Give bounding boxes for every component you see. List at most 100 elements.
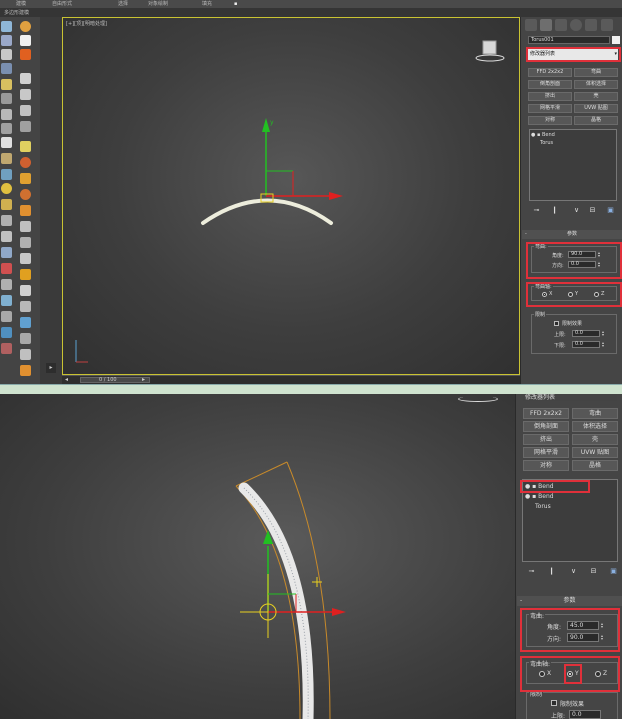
mod-lattice-button[interactable]: 晶格 [574,116,618,125]
mod-uvw-button-b[interactable]: UVW 贴图 [572,447,618,458]
water-icon[interactable] [20,317,31,328]
sun-tool-icon[interactable] [1,183,12,194]
ball-icon[interactable] [20,189,31,200]
pattern-icon[interactable] [20,221,31,232]
limit-effect-checkbox[interactable] [554,321,559,326]
bent-torus-mesh[interactable] [201,198,333,225]
render-tool-icon[interactable] [1,169,12,180]
stack-item-bend-2[interactable]: ● ▪ Bend [525,492,554,502]
y-axis-arrow-icon[interactable] [262,118,270,132]
utilities-tab-icon[interactable] [601,19,613,31]
object-name-field[interactable]: Torus001 [528,36,610,44]
material-tool-icon[interactable] [1,153,12,164]
tab-object-paint[interactable]: 对象绘制 [148,0,168,8]
pin-stack-icon[interactable]: ⊸ [533,206,540,215]
mod-shell-button-b[interactable]: 壳 [572,434,618,445]
parameters-rollout-header-b[interactable]: - 参数 [517,596,622,606]
jar-icon[interactable] [20,365,31,376]
cone-icon[interactable] [20,205,31,216]
space-warp-icon[interactable] [1,215,12,226]
top-viewport[interactable]: [+][顶][明暗处理] y [62,17,520,375]
mod-extrude-button[interactable]: 挤出 [528,92,572,101]
stack-item-bend[interactable]: ● ▪ Bend [531,131,555,139]
object-color-swatch[interactable] [612,36,620,44]
flash-tool-icon[interactable] [1,199,12,210]
mod-bend-button[interactable]: 弯曲 [574,68,618,77]
lower-spinner-arrows-icon[interactable]: ▴ ▾ [602,341,606,348]
stack-item-torus-b[interactable]: Torus [535,502,551,512]
mod-meshsmooth-button-b[interactable]: 网格平滑 [523,447,569,458]
mod-vol-select-button[interactable]: 体积选择 [574,80,618,89]
mirror-tool-icon[interactable] [1,327,12,338]
poly-tool-icon[interactable] [1,35,12,46]
bind-tool-icon[interactable] [1,123,12,134]
mod-lattice-button-b[interactable]: 晶格 [572,460,618,471]
flame-icon[interactable] [20,269,31,280]
remove-modifier-icon[interactable]: ⊟ [590,567,597,576]
time-prev-icon[interactable]: ◂ [65,376,68,383]
bent-torus-mesh-y[interactable] [238,482,314,719]
tab-freeform[interactable]: 自由形式 [52,0,72,8]
upper-spinner-arrows-icon[interactable]: ▴ ▾ [602,330,606,337]
pause-icon[interactable] [20,89,31,100]
time-next-icon[interactable]: ▸ [142,376,145,383]
cloth-icon[interactable] [20,349,31,360]
hide-tool-icon[interactable] [1,137,12,148]
polygon-modeling-label[interactable]: 多边形建模 [4,9,29,16]
make-unique-icon[interactable]: ∨ [573,206,580,215]
camera-tool-icon[interactable] [1,93,12,104]
mod-symmetry-button[interactable]: 对称 [528,116,572,125]
configure-sets-icon[interactable]: ▣ [607,206,614,215]
tube-icon[interactable] [20,285,31,296]
mod-symmetry-button-b[interactable]: 对称 [523,460,569,471]
mod-ffd-button-b[interactable]: FFD 2x2x2 [523,408,569,419]
stop-icon[interactable] [20,105,31,116]
mod-meshsmooth-button[interactable]: 网格平滑 [528,104,572,113]
show-end-result-icon[interactable]: ❙ [551,206,558,215]
folder-icon[interactable] [20,141,31,152]
ribbon-options-icon[interactable]: ▪ [234,0,237,8]
plane-icon[interactable] [20,253,31,264]
time-slider[interactable]: 0 / 100 ◂ ▸ [62,375,520,384]
sphere-icon[interactable] [20,157,31,168]
align-tool-icon[interactable] [1,343,12,354]
hierarchy-tab-icon[interactable] [555,19,567,31]
text-icon[interactable] [20,237,31,248]
light-tool-icon[interactable] [1,79,12,90]
bottom-viewport[interactable] [0,394,515,719]
tab-selection[interactable]: 选择 [118,0,128,8]
mod-ffd-button[interactable]: FFD 2x2x2 [528,68,572,77]
show-end-result-icon[interactable]: ❙ [548,567,555,576]
scale-tool-icon[interactable] [1,311,12,322]
clone-tool-icon[interactable] [1,279,12,290]
remove-modifier-icon[interactable]: ⊟ [589,206,596,215]
upper-limit-spinner[interactable]: 0.0 [572,330,600,337]
create-tab-icon[interactable] [525,19,537,31]
systems-tool-icon[interactable] [1,247,12,258]
motion-tab-icon[interactable] [570,19,582,31]
mod-bevel-profile-button[interactable]: 倒角剖面 [528,80,572,89]
teapot-icon[interactable] [20,21,31,32]
stack-item-torus[interactable]: Torus [540,139,553,147]
pin-stack-icon[interactable]: ⊸ [528,567,535,576]
mod-extrude-button-b[interactable]: 挤出 [523,434,569,445]
spline-icon[interactable] [20,301,31,312]
time-slider-thumb[interactable]: 0 / 100 [80,377,150,383]
make-unique-icon[interactable]: ∨ [570,567,577,576]
modify-tab-icon[interactable] [540,19,552,31]
expand-arrow-icon[interactable]: ▸ [46,363,56,373]
display-tab-icon[interactable] [585,19,597,31]
select-tool-icon[interactable] [1,21,12,32]
mod-bend-button-b[interactable]: 弯曲 [572,408,618,419]
limit-effect-checkbox[interactable] [551,700,557,706]
geosphere-icon[interactable] [20,173,31,184]
layer-tool-icon[interactable] [1,63,12,74]
tab-populate[interactable]: 填充 [202,0,212,8]
parameters-rollout-header[interactable]: - 参数 [522,230,622,239]
tab-modeling[interactable]: 建模 [16,0,26,8]
x-axis-arrow-icon[interactable] [329,192,343,200]
link-tool-icon[interactable] [1,109,12,120]
eye-icon[interactable]: ● [531,132,535,138]
trash-icon[interactable] [20,121,31,132]
upper-limit-spinner[interactable]: 0.0 [569,710,601,719]
